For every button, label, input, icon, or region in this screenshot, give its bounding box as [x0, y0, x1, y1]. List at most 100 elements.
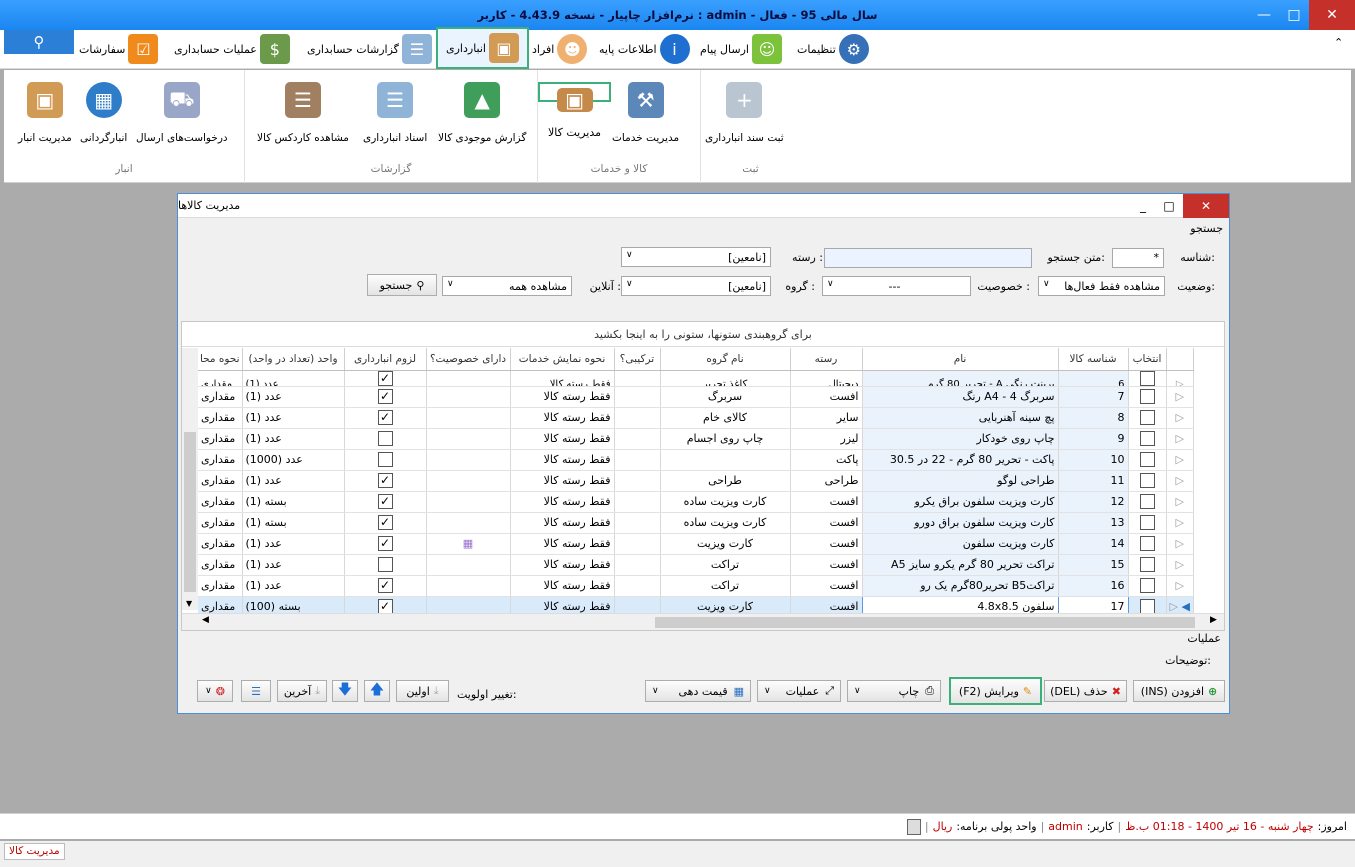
row-indicator[interactable]: ▷ — [1166, 533, 1194, 555]
feature-select[interactable]: --- ∨ — [822, 276, 971, 296]
select-checkbox[interactable] — [1139, 599, 1155, 614]
help-dropdown-button[interactable]: ❂ ∨ — [197, 680, 233, 702]
select-cell[interactable] — [1128, 449, 1167, 471]
view-kardex-button[interactable]: ☰ مشاهده کاردکس کالا — [257, 82, 349, 144]
row-indicator[interactable]: ▷ — [1166, 370, 1194, 387]
operations-button[interactable]: ⤢ عملیات ∨ — [757, 680, 841, 702]
select-cell[interactable] — [1128, 428, 1167, 450]
delete-button[interactable]: ✖ حذف (DEL) — [1044, 680, 1127, 702]
select-checkbox[interactable] — [1139, 370, 1155, 385]
table-row[interactable]: ▷ 10 پاکت - تحریر 80 گرم - 22 در 30.5 پاکت ف… — [198, 449, 1194, 471]
select-cell[interactable] — [1128, 470, 1167, 492]
select-cell[interactable] — [1128, 386, 1167, 408]
manage-services-button[interactable]: ⚒ مدیریت خدمات — [612, 82, 679, 144]
select-cell[interactable] — [1128, 370, 1167, 387]
select-checkbox[interactable] — [1139, 452, 1155, 467]
select-checkbox[interactable] — [1139, 431, 1155, 446]
select-checkbox[interactable] — [1139, 473, 1155, 488]
stock-required-checkbox[interactable]: ✓ — [377, 370, 393, 385]
table-row[interactable]: ▷ 6 پرینت رنگی A - تحریر 80 گرم دیجیتال کاغذ… — [198, 370, 1194, 387]
menu-accounting-operations[interactable]: $ عملیات حسابداری — [174, 32, 290, 66]
menu-base-info[interactable]: i اطلاعات پایه — [599, 32, 690, 66]
grid-vertical-scrollbar[interactable]: ▼ — [182, 348, 198, 610]
select-cell[interactable] — [1128, 491, 1167, 513]
stock-required-checkbox[interactable]: ✓ — [377, 536, 393, 551]
collapse-ribbon-icon[interactable]: ⌃ — [1334, 36, 1343, 49]
row-indicator[interactable]: ▷ — [1166, 407, 1194, 429]
col-combined[interactable]: ترکیبی؟ — [614, 348, 661, 371]
id-input[interactable]: * — [1112, 248, 1164, 268]
row-indicator[interactable]: ▷ — [1166, 470, 1194, 492]
move-last-button[interactable]: ⤓ آخرین — [277, 680, 327, 702]
row-indicator[interactable]: ▷ — [1166, 491, 1194, 513]
stock-report-button[interactable]: ▲ گزارش موجودی کالا — [438, 82, 526, 144]
scrollbar-thumb[interactable] — [184, 432, 196, 592]
table-row[interactable]: ▷ 9 چاپ روی خودکار لیزر چاپ روی اجسام فقط رست… — [198, 428, 1194, 450]
edit-button[interactable]: ✎ ویرایش (F2) — [949, 677, 1042, 705]
search-tab[interactable]: ⚲ — [4, 30, 74, 54]
menu-accounting-reports[interactable]: ☰ گزارشات حسابداری — [307, 32, 432, 66]
col-category[interactable]: رسته — [790, 348, 863, 371]
scroll-down-icon[interactable]: ▼ — [186, 599, 192, 608]
align-button[interactable]: ☰ — [241, 680, 271, 702]
select-cell[interactable] — [1128, 512, 1167, 534]
table-row[interactable]: ▷ 14 کارت ویزیت سلفون افست کارت ویزیت فقط رست… — [198, 533, 1194, 555]
row-indicator[interactable]: ▷ — [1166, 386, 1194, 408]
col-unit[interactable]: واحد (تعداد در واحد) — [242, 348, 345, 371]
scroll-left-icon[interactable]: ◀ — [202, 615, 209, 625]
register-warehouse-doc-button[interactable]: + ثبت سند انبارداری — [705, 82, 784, 144]
manage-goods-button[interactable]: ▣ مدیریت کالا — [538, 82, 612, 139]
move-up-button[interactable]: 🡅 — [364, 680, 390, 702]
stock-required-checkbox[interactable] — [377, 557, 393, 572]
table-row[interactable]: ▷ 13 کارت ویزیت سلفون براق دورو افست کارت وی… — [198, 512, 1194, 534]
stock-required-checkbox[interactable]: ✓ — [377, 389, 393, 404]
select-checkbox[interactable] — [1139, 578, 1155, 593]
search-text-input[interactable] — [824, 248, 1032, 268]
window-maximize-button[interactable]: □ — [1156, 194, 1182, 218]
add-button[interactable]: ⊕ افزودن (INS) — [1133, 680, 1225, 702]
minimize-button[interactable]: — — [1249, 0, 1279, 30]
table-row[interactable]: ▷ 8 پچ سینه آهنربایی سایر کالای خام فقط رسته … — [198, 407, 1194, 429]
col-group-name[interactable]: نام گروه — [660, 348, 791, 371]
select-checkbox[interactable] — [1139, 494, 1155, 509]
col-stock-required[interactable]: لزوم انبارداری — [344, 348, 427, 371]
calculator-icon[interactable] — [906, 818, 921, 835]
col-name[interactable]: نام — [862, 348, 1059, 371]
row-indicator[interactable]: ▷ — [1166, 512, 1194, 534]
select-checkbox[interactable] — [1139, 557, 1155, 572]
row-indicator[interactable]: ▷ — [1166, 449, 1194, 471]
scrollbar-thumb[interactable] — [655, 617, 1195, 628]
open-window-tab[interactable]: مدیریت کالا — [4, 843, 65, 860]
menu-send-message[interactable]: ☺ ارسال پیام — [700, 32, 782, 66]
pricing-button[interactable]: ▦ قیمت دهی ∨ — [645, 680, 751, 702]
table-row[interactable]: ▷ 12 کارت ویزیت سلفون براق یکرو افست کارت وی… — [198, 491, 1194, 513]
row-indicator[interactable]: ▷ — [1166, 554, 1194, 576]
move-down-button[interactable]: 🡇 — [332, 680, 358, 702]
row-indicator[interactable]: ▷ — [1166, 575, 1194, 597]
close-button[interactable]: ✕ — [1309, 0, 1355, 30]
menu-settings[interactable]: ⚙ تنظیمات — [797, 32, 869, 66]
menu-orders[interactable]: ☑ سفارشات — [79, 32, 159, 66]
menu-warehouse[interactable]: ▣ انبارداری — [436, 27, 529, 69]
manage-warehouse-button[interactable]: ▣ مدیریت انبار — [18, 82, 72, 144]
table-row[interactable]: ▷ 11 طراحی لوگو طراحی طراحی فقط رسته کالا ✓ عدد… — [198, 470, 1194, 492]
stock-required-checkbox[interactable]: ✓ — [377, 578, 393, 593]
status-select[interactable]: مشاهده فقط فعال‌ها ∨ — [1038, 276, 1165, 296]
stock-required-checkbox[interactable]: ✓ — [377, 494, 393, 509]
grid-horizontal-scrollbar[interactable]: ◀ ▶ — [182, 613, 1224, 630]
group-select[interactable]: [نامعین] ∨ — [621, 276, 771, 296]
menu-people[interactable]: ☻ افراد — [532, 32, 588, 66]
category-select[interactable]: [نامعین] ∨ — [621, 247, 771, 267]
stock-required-checkbox[interactable]: ✓ — [377, 410, 393, 425]
stock-required-checkbox[interactable]: ✓ — [377, 515, 393, 530]
warehouse-docs-button[interactable]: ☰ اسناد انبارداری — [363, 82, 427, 144]
select-cell[interactable] — [1128, 554, 1167, 576]
table-row[interactable]: ▷ 16 تراکتB5 تحریر80گرم یک رو افست تراکت فقط … — [198, 575, 1194, 597]
window-close-button[interactable]: ✕ — [1183, 194, 1229, 218]
window-minimize-button[interactable]: _ — [1130, 194, 1156, 218]
col-goods-id[interactable]: شناسه کالا — [1058, 348, 1129, 371]
stock-required-checkbox[interactable]: ✓ — [377, 599, 393, 614]
inventory-count-button[interactable]: ▦ انبارگردانی — [80, 82, 127, 144]
scroll-right-icon[interactable]: ▶ — [1210, 615, 1217, 625]
select-cell[interactable] — [1128, 575, 1167, 597]
